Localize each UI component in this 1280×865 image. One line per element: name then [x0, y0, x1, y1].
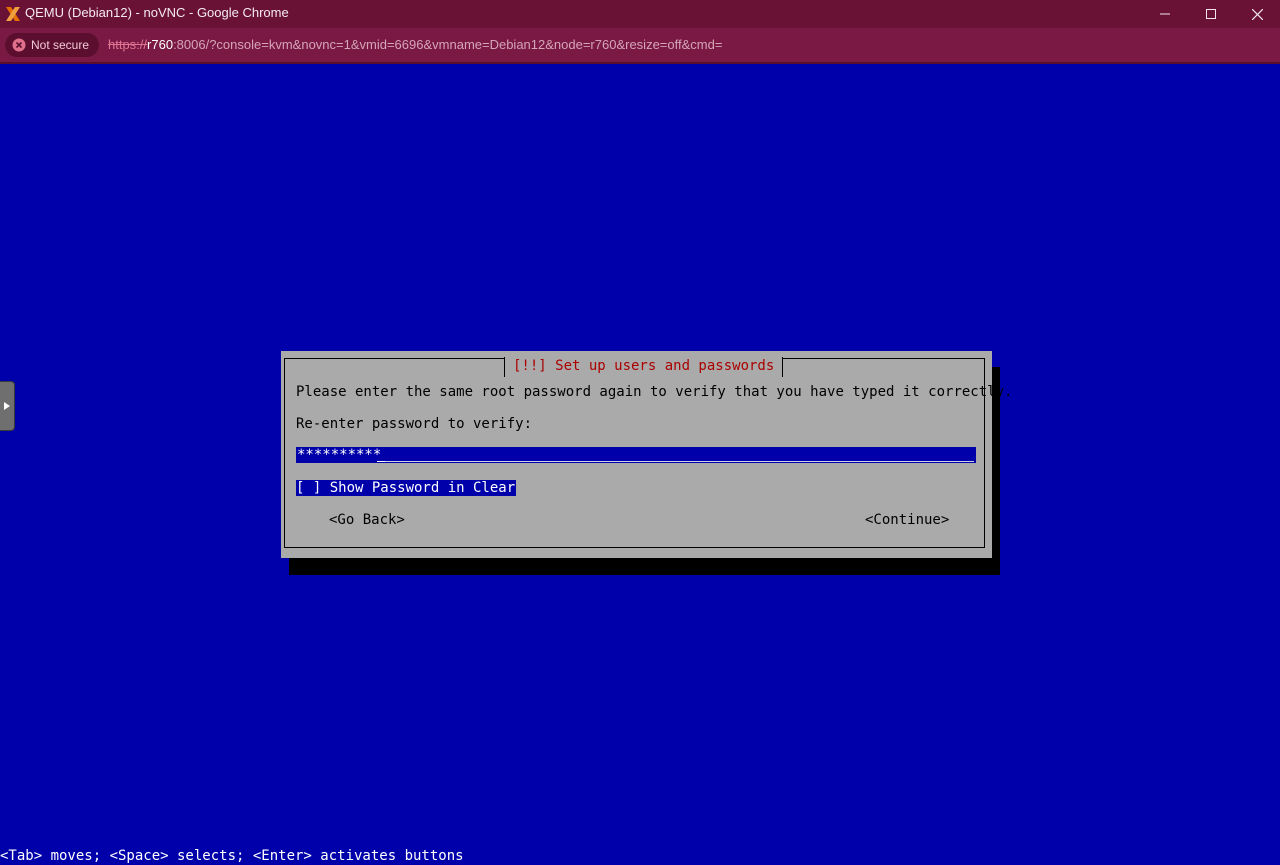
maximize-button[interactable]: [1188, 0, 1234, 28]
minimize-button[interactable]: [1142, 0, 1188, 28]
continue-button[interactable]: <Continue>: [865, 511, 949, 529]
minimize-icon: [1160, 9, 1170, 19]
novnc-control-handle[interactable]: [0, 381, 15, 431]
installer-dialog: [!!] Set up users and passwords Please e…: [281, 351, 1012, 558]
url-host: r760: [147, 37, 174, 52]
keyboard-help-line: <Tab> moves; <Space> selects; <Enter> ac…: [0, 848, 464, 864]
password-verify-input[interactable]: **********: [296, 447, 976, 463]
window-title: QEMU (Debian12) - noVNC - Google Chrome: [25, 5, 289, 20]
close-window-button[interactable]: [1234, 0, 1280, 28]
input-underline: [385, 461, 974, 462]
proxmox-x-icon: [5, 6, 21, 22]
text-cursor: [377, 461, 385, 462]
password-mask: **********: [297, 447, 382, 463]
close-icon: [1251, 8, 1263, 20]
address-bar: Not secure https://r760:8006/?console=kv…: [0, 28, 1280, 62]
instruction-text: Please enter the same root password agai…: [296, 384, 1013, 400]
dialog-title: [!!] Set up users and passwords: [504, 357, 784, 377]
not-secure-icon: [12, 38, 26, 52]
maximize-icon: [1206, 9, 1216, 19]
url-field[interactable]: https://r760:8006/?console=kvm&novnc=1&v…: [108, 28, 722, 62]
go-back-button[interactable]: <Go Back>: [329, 511, 405, 529]
security-label: Not secure: [31, 38, 90, 52]
window-titlebar: QEMU (Debian12) - noVNC - Google Chrome: [0, 0, 1280, 28]
security-indicator[interactable]: Not secure: [5, 33, 99, 57]
show-password-checkbox[interactable]: [ ] Show Password in Clear: [296, 480, 517, 496]
url-path: :8006/?console=kvm&novnc=1&vmid=6696&vmn…: [173, 37, 723, 52]
address-bar-divider: [0, 62, 1280, 64]
url-scheme: https://: [108, 37, 148, 52]
field-label: Re-enter password to verify:: [296, 416, 533, 432]
